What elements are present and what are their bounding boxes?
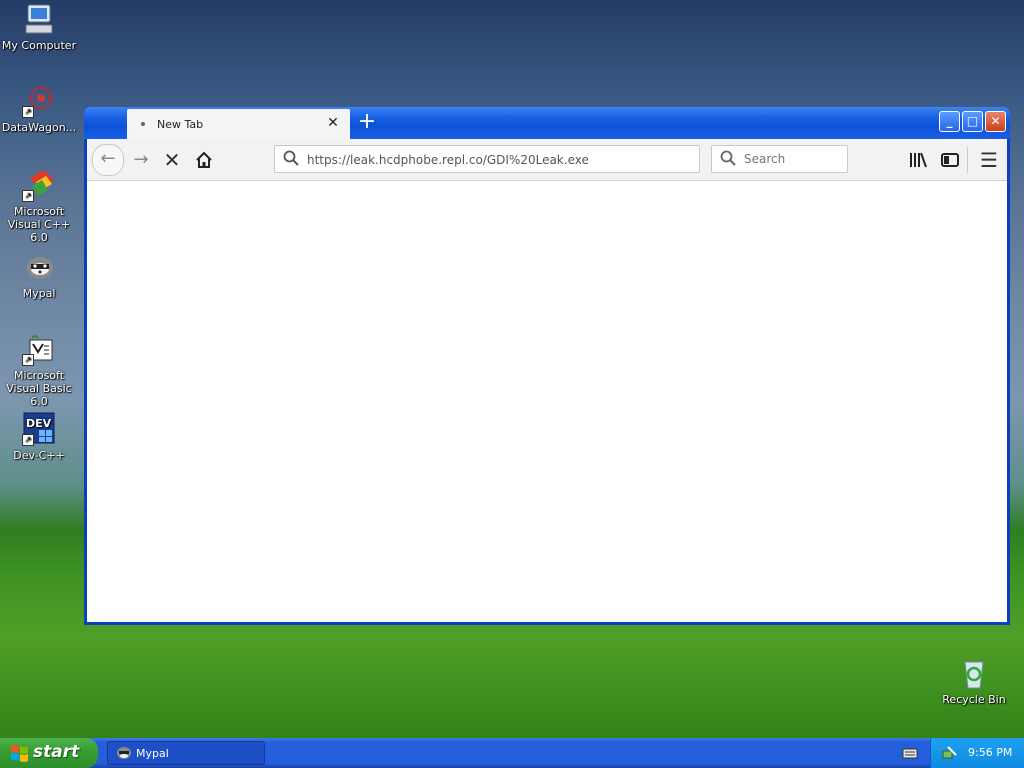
datawagon-icon: ↗ [22, 84, 56, 118]
desktop-icon-dev-cpp[interactable]: DEV ↗ Dev-C++ [0, 412, 78, 462]
shortcut-arrow-icon: ↗ [22, 354, 34, 366]
maximize-button[interactable]: □ [962, 111, 983, 132]
search-icon [283, 150, 299, 166]
tab-new-tab[interactable]: New Tab ✕ [127, 109, 350, 139]
desktop-icon-label: Microsoft Visual C++ 6.0 [7, 205, 71, 244]
url-text: https://leak.hcdphobe.repl.co/GDI%20Leak… [307, 153, 589, 167]
visual-basic-icon: ↗ [22, 332, 56, 366]
dev-cpp-icon: DEV ↗ [22, 412, 56, 446]
desktop-icon-my-computer[interactable]: My Computer [0, 2, 78, 52]
desktop-icon-label: Dev-C++ [13, 449, 65, 462]
system-tray: 9:56 PM [930, 738, 1024, 768]
back-arrow-icon[interactable]: ← [92, 144, 124, 176]
sidebar-icon[interactable] [936, 146, 964, 174]
forward-arrow-icon[interactable]: → [127, 146, 155, 174]
desktop-icon-datawagon[interactable]: ↗ DataWagon... [0, 84, 78, 134]
taskbar-item-mypal[interactable]: Mypal [107, 741, 265, 765]
menu-icon[interactable]: ☰ [975, 146, 1003, 174]
search-box[interactable] [711, 145, 848, 173]
shortcut-arrow-icon: ↗ [22, 434, 34, 446]
desktop-icon-recycle-bin[interactable]: Recycle Bin [935, 656, 1013, 706]
page-content[interactable] [87, 181, 1007, 622]
desktop-icon-visual-cpp[interactable]: ↗ Microsoft Visual C++ 6.0 [0, 168, 78, 244]
search-icon [720, 150, 736, 166]
mypal-icon [22, 250, 56, 284]
desktop-icon-label: Mypal [22, 287, 56, 300]
navigation-toolbar: ← → ✕ https://leak.hcdphobe.repl.co/GDI%… [87, 139, 1007, 181]
start-label: start [33, 742, 80, 762]
start-button[interactable]: start [0, 738, 98, 768]
new-tab-icon[interactable]: + [356, 111, 378, 133]
network-icon[interactable] [942, 745, 958, 761]
toolbar-divider [967, 147, 968, 173]
shortcut-arrow-icon: ↗ [22, 190, 34, 202]
visual-cpp-icon: ↗ [22, 168, 56, 202]
desktop-icon-mypal[interactable]: Mypal [0, 250, 78, 300]
desktop-icon-label: DataWagon... [1, 121, 77, 134]
taskbar-item-label: Mypal [136, 747, 169, 760]
desktop-icon-label: My Computer [1, 39, 77, 52]
desktop-icon-visual-basic[interactable]: ↗ Microsoft Visual Basic 6.0 [0, 332, 78, 408]
browser-window: New Tab ✕ + _ □ ✕ ← → ✕ https://leak.hcd… [84, 107, 1010, 625]
loading-dot-icon [141, 122, 145, 126]
tab-title: New Tab [157, 118, 204, 131]
title-bar[interactable]: New Tab ✕ + _ □ ✕ [84, 107, 1010, 139]
search-input[interactable] [742, 151, 846, 167]
keyboard-icon[interactable] [902, 746, 918, 760]
stop-icon[interactable]: ✕ [158, 146, 186, 174]
home-icon[interactable] [190, 146, 218, 174]
mypal-icon [117, 747, 131, 759]
svg-text:DEV: DEV [26, 417, 52, 430]
recycle-bin-icon [957, 656, 991, 690]
tab-close-icon[interactable]: ✕ [324, 114, 342, 132]
minimize-button[interactable]: _ [939, 111, 960, 132]
close-button[interactable]: ✕ [985, 111, 1006, 132]
shortcut-arrow-icon: ↗ [22, 106, 34, 118]
windows-logo-icon [11, 745, 28, 762]
library-icon[interactable] [904, 146, 932, 174]
taskbar: start Mypal 9:56 PM [0, 738, 1024, 768]
computer-icon [22, 2, 56, 36]
clock: 9:56 PM [968, 746, 1013, 759]
desktop-icon-label: Recycle Bin [942, 693, 1006, 706]
url-bar[interactable]: https://leak.hcdphobe.repl.co/GDI%20Leak… [274, 145, 700, 173]
desktop-icon-label: Microsoft Visual Basic 6.0 [6, 369, 72, 408]
